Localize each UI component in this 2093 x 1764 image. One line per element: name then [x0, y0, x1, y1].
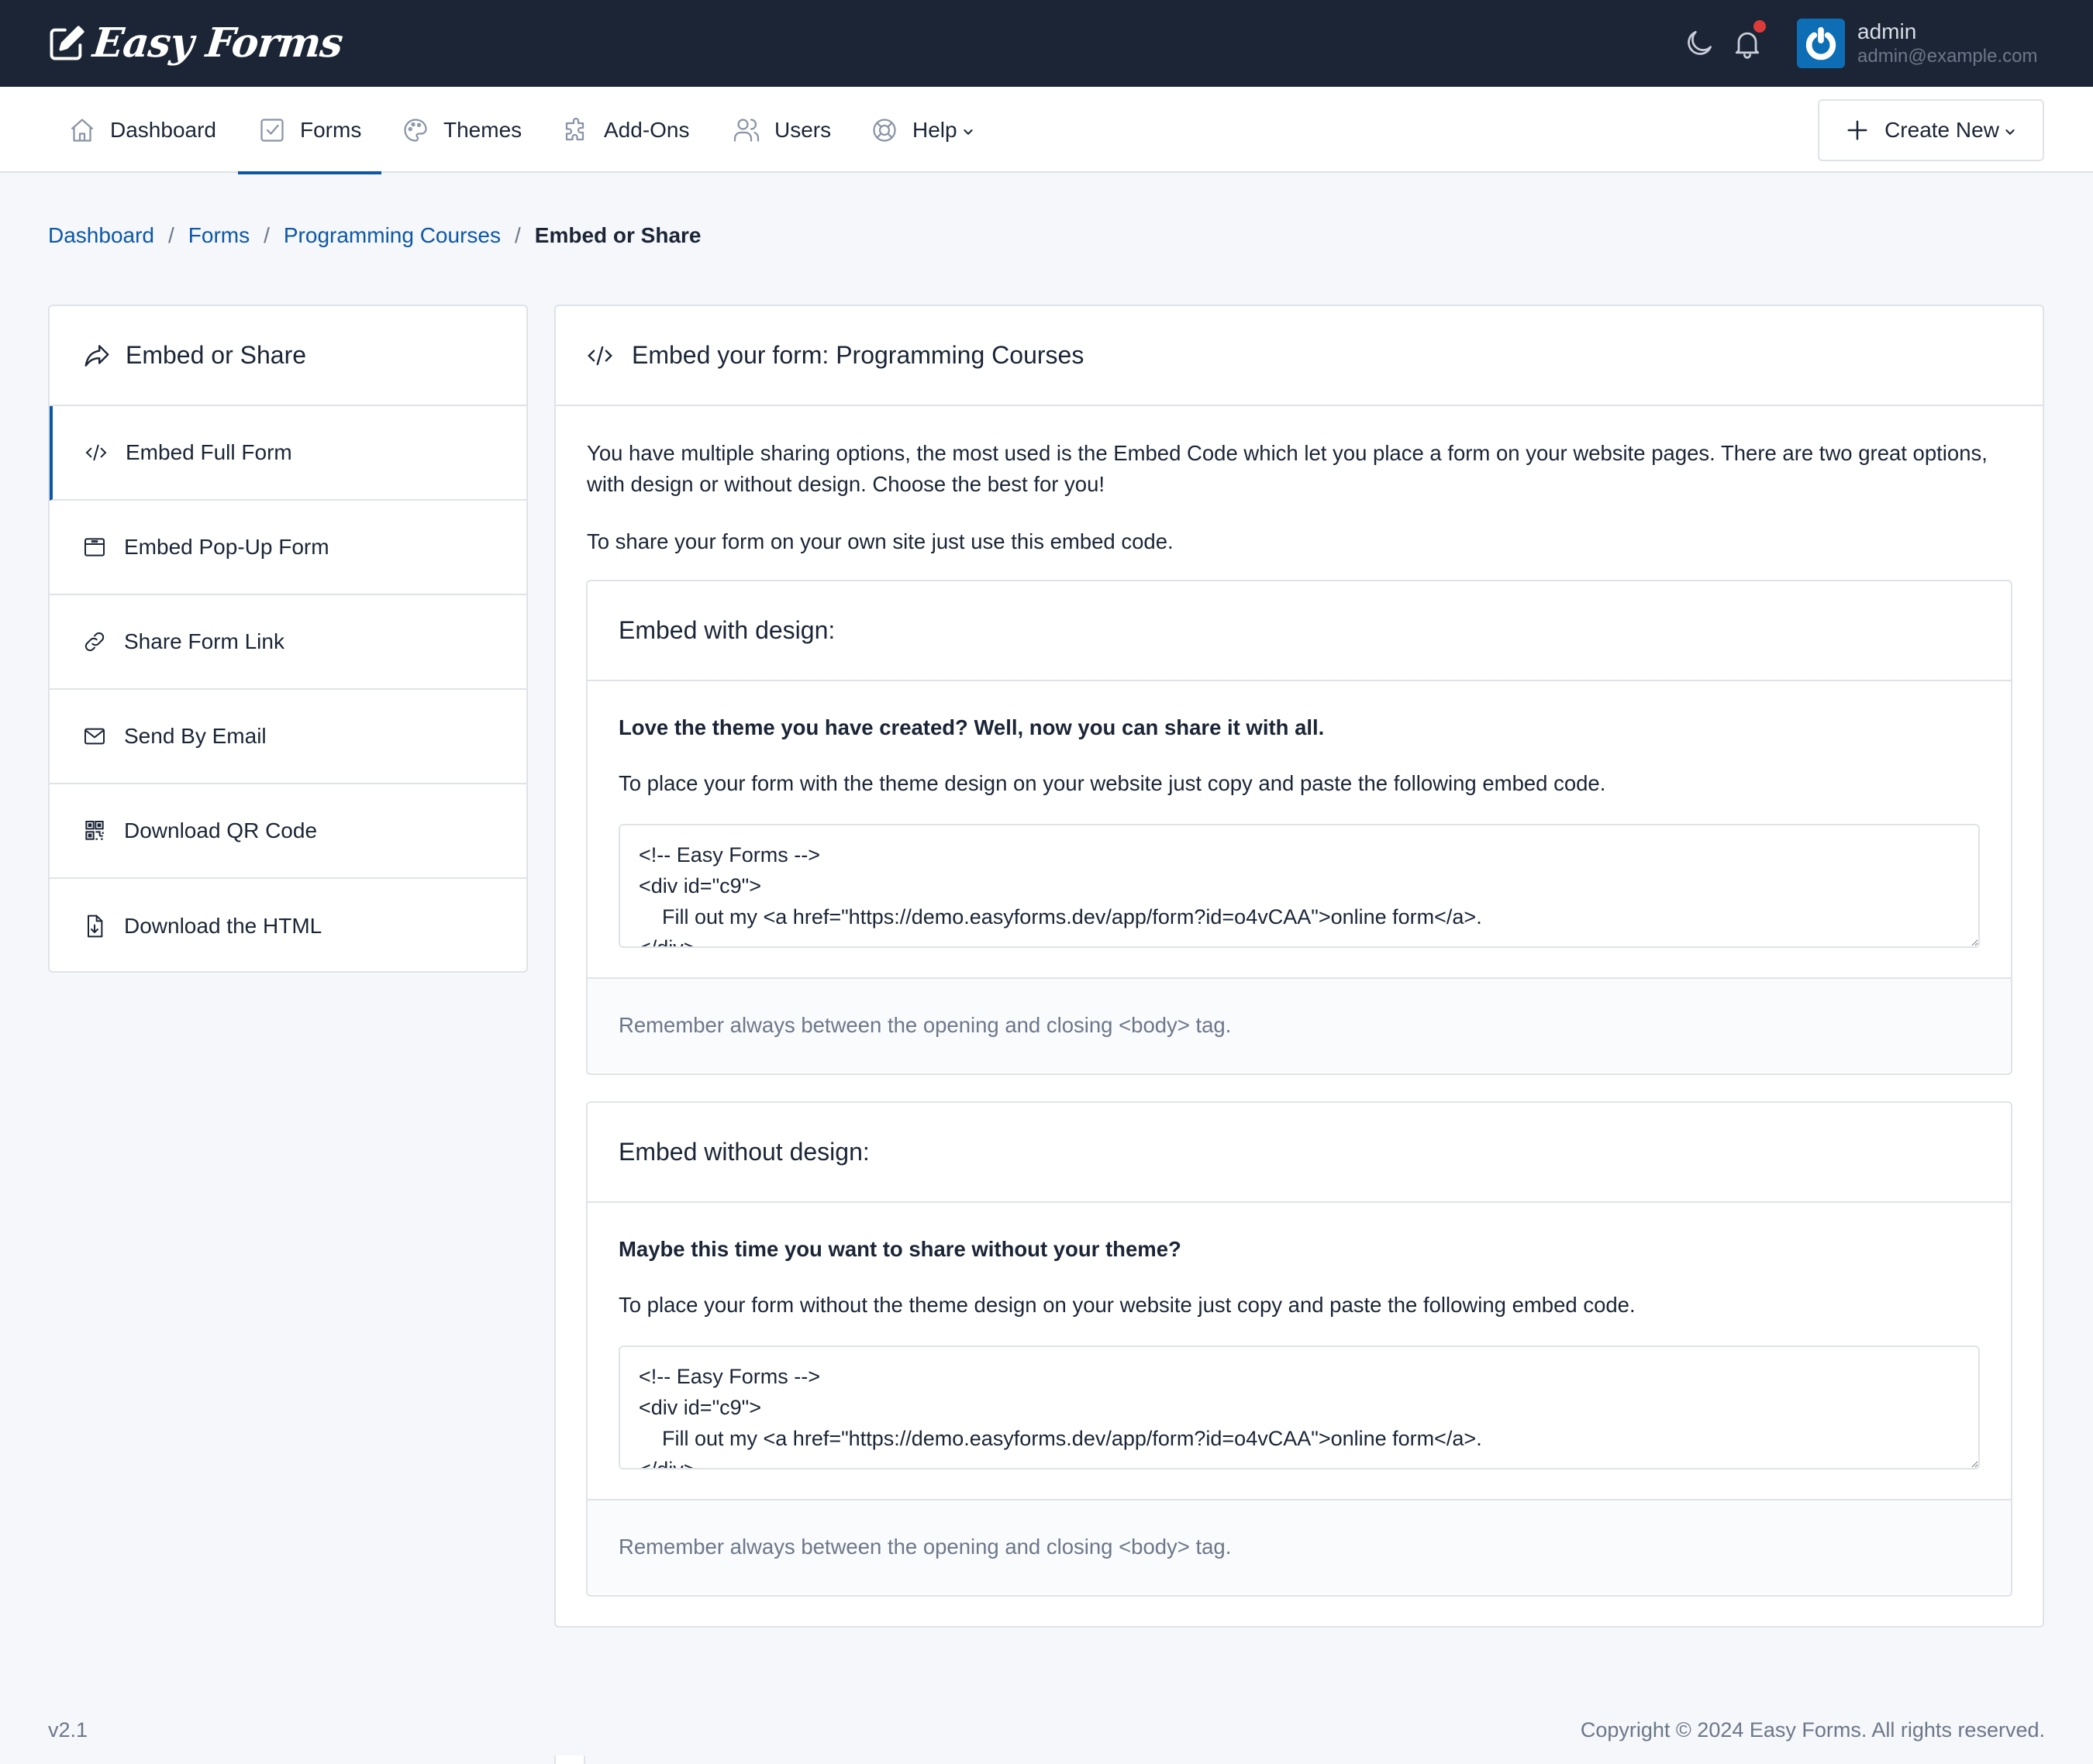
lifebuoy-icon: [873, 118, 896, 142]
nav-users[interactable]: Users: [733, 87, 831, 173]
page-edge-stub: [554, 1755, 585, 1764]
embed-with-design-lead: Love the theme you have created? Well, n…: [619, 715, 1325, 739]
breadcrumb-dashboard[interactable]: Dashboard: [48, 223, 154, 248]
chevron-down-icon: [2005, 129, 2015, 136]
breadcrumb-separator: /: [264, 223, 270, 247]
power-icon: [1805, 26, 1836, 60]
nav-dashboard-label: Dashboard: [110, 117, 216, 142]
code-icon: [85, 444, 107, 461]
sidebar-item-embed-full-form[interactable]: Embed Full Form: [50, 406, 526, 501]
edit-square-icon: [50, 26, 84, 60]
embed-with-design-description: To place your form with the theme design…: [619, 771, 1606, 795]
embed-without-design-note: Remember always between the opening and …: [588, 1500, 2011, 1593]
embed-without-design-title: Embed without design:: [588, 1103, 2011, 1203]
create-new-label: Create New: [1884, 118, 1999, 142]
embed-without-design-lead: Maybe this time you want to share withou…: [619, 1237, 1181, 1261]
sidebar-item-label: Send By Email: [124, 724, 267, 748]
notification-badge: [1753, 20, 1766, 33]
brand-name: Easy Forms: [90, 19, 345, 67]
sidebar-item-label: Share Form Link: [124, 629, 284, 653]
breadcrumb-forms[interactable]: Forms: [188, 223, 250, 248]
sidebar-title: Embed or Share: [126, 341, 307, 369]
breadcrumb-form-name[interactable]: Programming Courses: [284, 223, 501, 248]
breadcrumb: Dashboard / Forms / Programming Courses …: [48, 223, 702, 248]
sidebar-item-embed-popup-form[interactable]: Embed Pop-Up Form: [50, 501, 526, 595]
nav-addons-label: Add-Ons: [604, 117, 690, 142]
envelope-icon: [84, 728, 105, 745]
embed-with-design-code[interactable]: [619, 824, 1980, 948]
sidebar-item-label: Embed Full Form: [126, 440, 292, 464]
users-icon: [733, 118, 760, 142]
brand-logo[interactable]: Easy Forms: [47, 19, 345, 68]
sidebar-item-label: Embed Pop-Up Form: [124, 535, 329, 559]
intro-text: You have multiple sharing options, the m…: [587, 441, 1988, 496]
embed-form-card: Embed your form: Programming Courses You…: [554, 305, 2044, 1628]
sidebar-item-send-by-email[interactable]: Send By Email: [50, 690, 526, 784]
user-email: admin@example.com: [1857, 46, 2038, 67]
embed-without-design-card: Embed without design: Maybe this time yo…: [586, 1101, 2012, 1597]
create-new-button[interactable]: Create New: [1818, 99, 2044, 161]
main-card-header: Embed your form: Programming Courses: [556, 306, 2043, 406]
moon-icon: [1688, 30, 1712, 55]
sidebar-item-share-form-link[interactable]: Share Form Link: [50, 595, 526, 690]
plus-icon: [1847, 120, 1867, 140]
embed-with-design-card: Embed with design: Love the theme you ha…: [586, 580, 2012, 1075]
breadcrumb-current: Embed or Share: [534, 223, 702, 247]
sidebar-item-download-html[interactable]: Download the HTML: [50, 879, 526, 971]
main-card-title: Embed your form: Programming Courses: [632, 341, 1084, 369]
notifications-button[interactable]: [1730, 20, 1766, 60]
embed-share-sidebar: Embed or Share Embed Full Form Embed Pop…: [48, 305, 528, 973]
puzzle-icon: [565, 117, 584, 140]
nav-dashboard[interactable]: Dashboard: [68, 87, 216, 173]
nav-forms[interactable]: Forms: [237, 87, 382, 174]
checkbox-icon: [260, 118, 284, 142]
qr-code-icon: [85, 821, 104, 840]
dark-mode-toggle[interactable]: [1682, 26, 1716, 60]
sidebar-item-label: Download QR Code: [124, 818, 318, 842]
intro-text-secondary: To share your form on your own site just…: [587, 529, 1174, 553]
sidebar-item-download-qr-code[interactable]: Download QR Code: [50, 784, 526, 879]
embed-without-design-description: To place your form without the theme des…: [619, 1293, 1636, 1317]
nav-users-label: Users: [774, 117, 832, 142]
breadcrumb-separator: /: [167, 223, 174, 247]
top-header: Easy Forms admin admin@example.com: [0, 0, 2093, 87]
user-menu[interactable]: admin admin@example.com: [1797, 19, 2037, 68]
sidebar-item-label: Download the HTML: [124, 914, 322, 938]
copyright-text: Copyright © 2024 Easy Forms. All rights …: [1580, 1718, 2045, 1742]
embed-without-design-code[interactable]: [619, 1345, 1980, 1469]
nav-themes-label: Themes: [443, 117, 522, 142]
nav-forms-label: Forms: [300, 117, 362, 142]
embed-with-design-title: Embed with design:: [588, 581, 2011, 681]
nav-themes[interactable]: Themes: [402, 87, 522, 173]
share-icon: [84, 344, 109, 367]
app-version: v2.1: [48, 1718, 88, 1742]
user-name: admin: [1857, 19, 1917, 43]
file-download-icon: [88, 915, 103, 938]
code-icon: [588, 346, 612, 365]
sidebar-header: Embed or Share: [50, 306, 526, 406]
home-icon: [71, 118, 94, 142]
palette-icon: [404, 118, 427, 142]
chevron-down-icon: [963, 129, 973, 135]
browser-window-icon: [84, 538, 105, 556]
nav-help[interactable]: Help: [871, 87, 974, 173]
link-icon: [84, 632, 105, 652]
main-nav: Dashboard Forms Themes Add-Ons Users Hel…: [0, 87, 2093, 174]
embed-with-design-note: Remember always between the opening and …: [588, 979, 2011, 1072]
breadcrumb-separator: /: [514, 223, 521, 247]
nav-addons[interactable]: Add-Ons: [562, 87, 690, 173]
nav-help-label: Help: [912, 117, 957, 142]
avatar: [1797, 19, 1845, 68]
